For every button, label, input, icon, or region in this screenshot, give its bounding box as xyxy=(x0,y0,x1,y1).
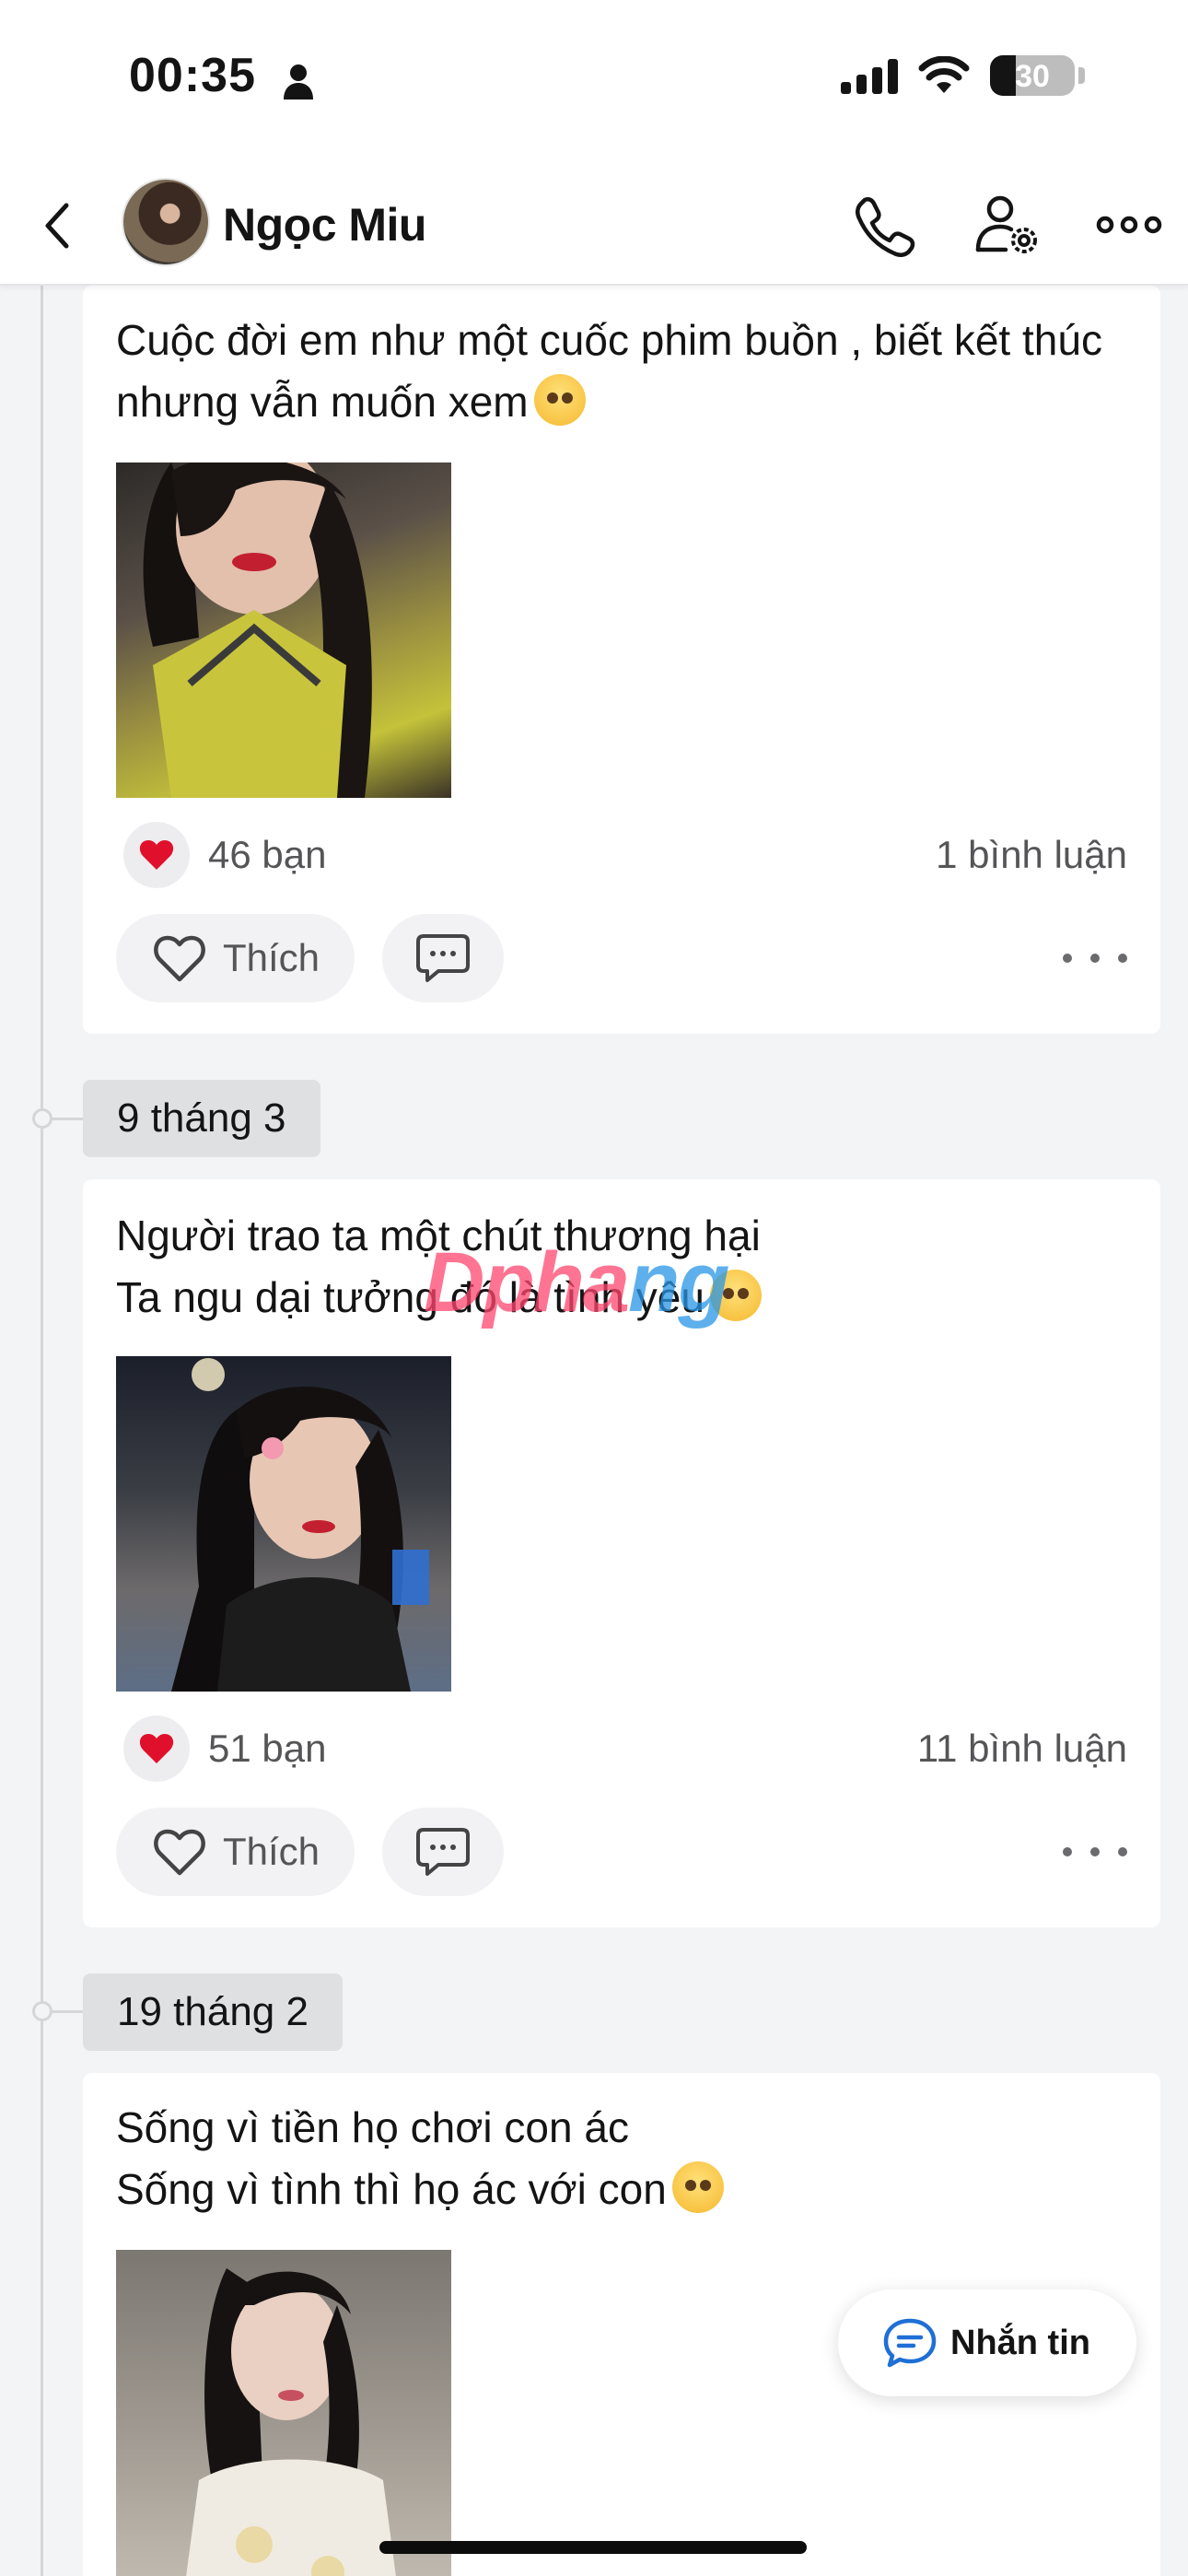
photo-portrait xyxy=(186,2268,396,2576)
post-photo[interactable] xyxy=(116,2250,451,2576)
heart-outline-icon xyxy=(154,935,205,982)
post-text: Sống vì tiền họ chơi con ác Sống vì tình… xyxy=(116,2097,724,2220)
timeline-dot xyxy=(32,2001,52,2021)
status-time: 00:35 xyxy=(129,49,256,102)
pleading-emoji-icon xyxy=(533,374,586,426)
avatar[interactable] xyxy=(122,178,210,266)
reaction-row: 46 bạn 1 bình luận xyxy=(123,822,1127,888)
comment-count[interactable]: 11 bình luận xyxy=(917,1727,1127,1771)
battery-text: 30 xyxy=(1015,59,1050,94)
profile-name[interactable]: Ngọc Miu xyxy=(223,198,426,252)
reaction-heart[interactable] xyxy=(123,822,190,888)
profile-timeline-screen: 00:35 30 Ngọc Miu Cuộc đời em như một cu… xyxy=(0,0,1188,2576)
chat-icon xyxy=(883,2318,937,2368)
comment-button[interactable] xyxy=(382,1808,505,1896)
like-button[interactable]: Thích xyxy=(116,914,355,1002)
post-text: Cuộc đời em như một cuốc phim buồn , biế… xyxy=(116,316,1102,426)
heart-icon xyxy=(139,1734,174,1763)
timeline-line xyxy=(41,286,43,2576)
action-row: Thích xyxy=(116,914,1127,1002)
timeline-dot xyxy=(32,1108,52,1129)
profile-header: Ngọc Miu xyxy=(0,161,1188,286)
pensive-emoji-icon xyxy=(671,2161,724,2213)
comment-icon xyxy=(416,934,471,982)
wifi-icon xyxy=(918,56,970,93)
heart-outline-icon xyxy=(154,1829,205,1876)
status-indicators: 30 xyxy=(841,55,1085,96)
signal-icon xyxy=(841,57,898,94)
message-button[interactable]: Nhắn tin xyxy=(838,2289,1136,2396)
status-bar: 00:35 30 xyxy=(0,0,1188,161)
battery-cap xyxy=(1078,67,1085,84)
date-chip: 19 tháng 2 xyxy=(83,1973,343,2051)
home-indicator xyxy=(379,2541,807,2554)
like-count[interactable]: 46 bạn xyxy=(208,833,326,877)
photo-portrait xyxy=(143,463,372,798)
heart-icon xyxy=(139,840,174,870)
like-label: Thích xyxy=(223,1830,320,1873)
comment-count[interactable]: 1 bình luận xyxy=(936,833,1127,877)
watermark-logo: Dphang xyxy=(424,1235,729,1329)
battery-icon: 30 xyxy=(990,55,1075,96)
timeline-tick xyxy=(52,2010,83,2013)
post-more-button[interactable] xyxy=(1063,1838,1127,1866)
like-button[interactable]: Thích xyxy=(116,1808,355,1896)
like-label: Thích xyxy=(223,936,320,979)
message-label: Nhắn tin xyxy=(950,2323,1090,2362)
timeline-tick xyxy=(52,1118,83,1120)
reaction-row: 51 bạn 11 bình luận xyxy=(123,1715,1127,1782)
post-more-button[interactable] xyxy=(1063,944,1127,972)
user-settings-icon[interactable] xyxy=(974,193,1041,257)
post-photo[interactable] xyxy=(116,463,451,798)
comment-button[interactable] xyxy=(382,914,505,1002)
phone-icon[interactable] xyxy=(852,193,916,257)
more-icon[interactable] xyxy=(1096,193,1162,257)
date-chip: 9 tháng 3 xyxy=(83,1080,320,1157)
photo-portrait xyxy=(171,1358,429,1692)
reaction-heart[interactable] xyxy=(123,1715,190,1782)
action-row: Thích xyxy=(116,1808,1127,1896)
back-icon[interactable] xyxy=(37,200,81,252)
person-icon xyxy=(284,64,313,100)
post-card: Cuộc đời em như một cuốc phim buồn , biế… xyxy=(83,286,1160,1034)
comment-icon xyxy=(416,1828,471,1876)
like-count[interactable]: 51 bạn xyxy=(208,1727,326,1771)
post-photo[interactable] xyxy=(116,1356,451,1692)
